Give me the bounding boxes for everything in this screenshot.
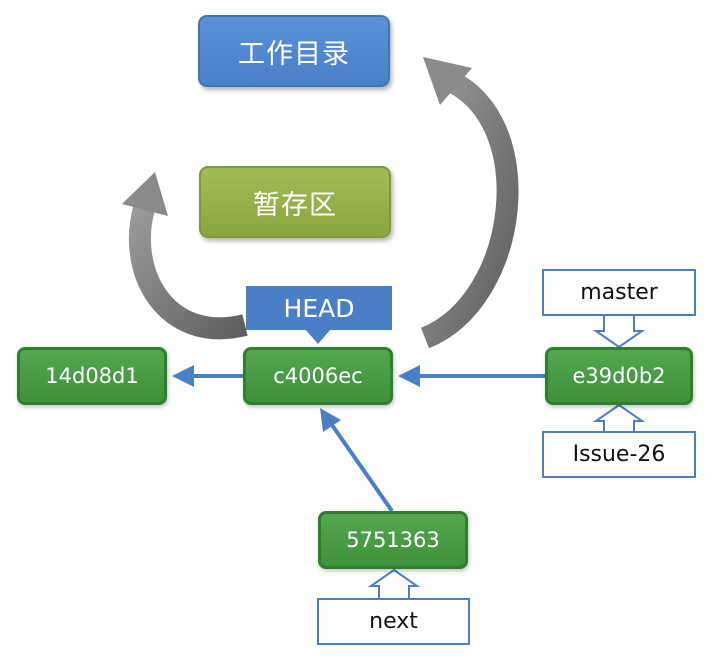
master-ref-pointer [592, 314, 646, 349]
commit-hash: c4006ec [273, 364, 363, 388]
working-directory-label: 工作目录 [238, 38, 350, 70]
branch-name: master [580, 280, 658, 305]
head-label: HEAD [283, 293, 355, 323]
branch-ref-master: master [542, 269, 696, 316]
branch-name: Issue-26 [572, 442, 666, 467]
branch-ref-next: next [317, 598, 470, 645]
staging-area-label: 暂存区 [253, 189, 337, 221]
arrowhead-e39d0b2-to-c4006ec [398, 365, 420, 387]
staging-area-box: 暂存区 [199, 166, 391, 238]
next-ref-pointer [367, 568, 421, 601]
commit-node: c4006ec [243, 347, 393, 405]
head-tag: HEAD [246, 286, 392, 330]
commit-hash: e39d0b2 [572, 364, 666, 388]
diagram-canvas [122, 57, 646, 601]
commit-node: 5751363 [318, 511, 468, 569]
commit-hash: 14d08d1 [45, 364, 139, 388]
arrowhead-5751363-to-c4006ec [320, 408, 341, 432]
commit-node: e39d0b2 [545, 347, 693, 405]
commit-node: 14d08d1 [17, 347, 167, 405]
commit-hash: 5751363 [346, 528, 440, 552]
head-pointer [305, 329, 331, 344]
arrowhead-c4006ec-to-14d08d1 [172, 365, 194, 387]
branch-name: next [369, 609, 418, 634]
working-directory-box: 工作目录 [198, 15, 390, 87]
checkout-arc-to-working-dir [420, 69, 519, 349]
branch-ref-issue-26: Issue-26 [542, 431, 696, 478]
arrow-5751363-to-c4006ec [330, 423, 394, 513]
reset-arc-arrowhead [122, 172, 168, 216]
issue-ref-pointer [592, 403, 646, 434]
